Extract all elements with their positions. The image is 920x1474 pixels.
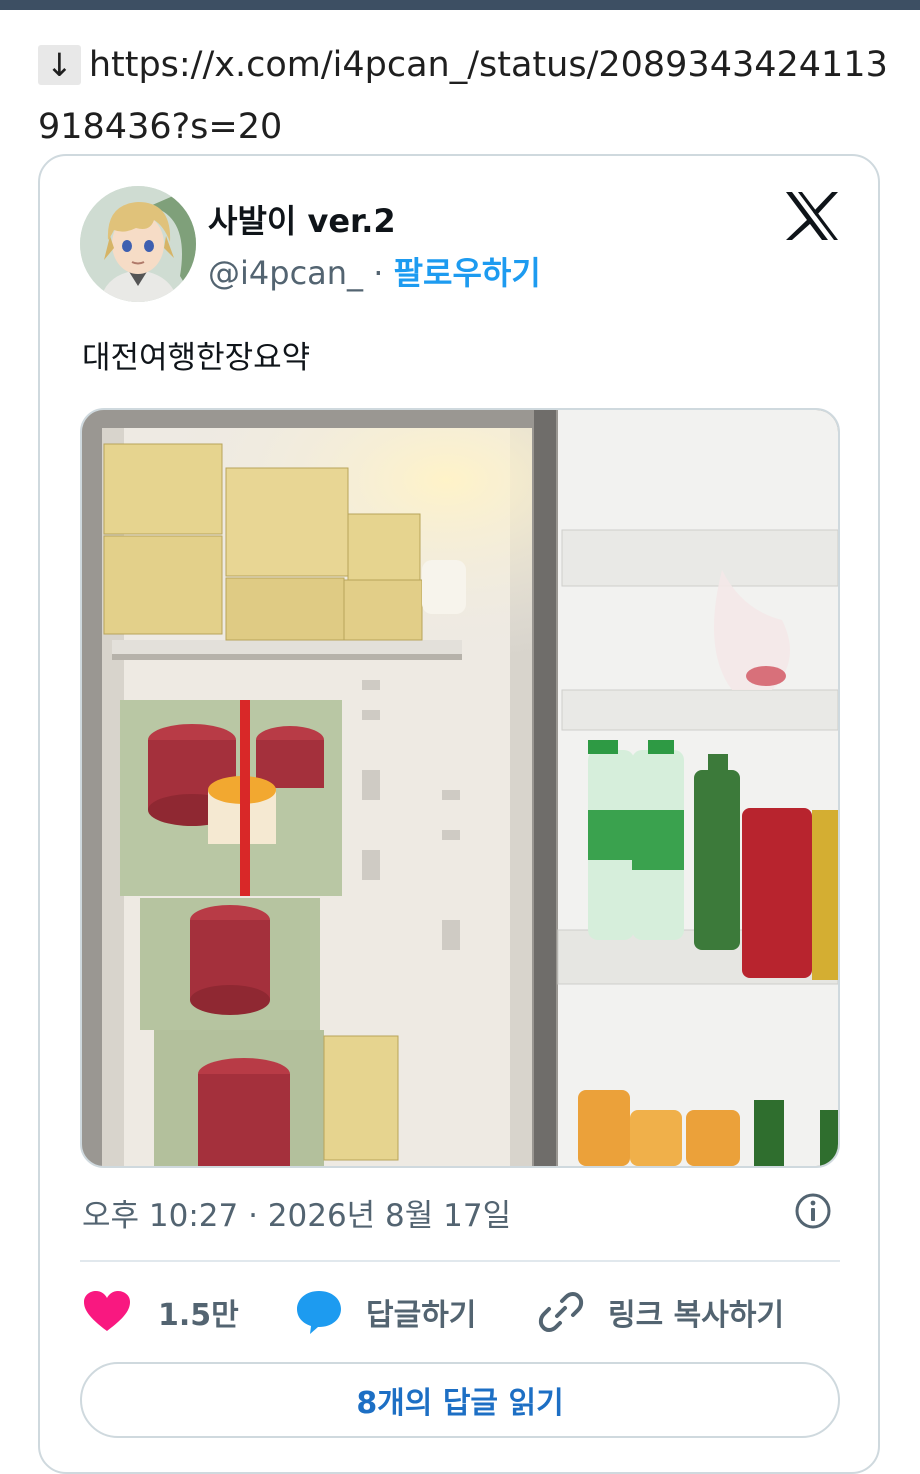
tweet-photo[interactable] (80, 408, 840, 1168)
info-icon[interactable] (794, 1192, 832, 1230)
copy-link-label: 링크 복사하기 (608, 1298, 785, 1333)
x-logo-icon[interactable] (784, 190, 840, 242)
separator-dot: · (373, 254, 384, 292)
divider (80, 1260, 840, 1262)
tweet-text: 대전여행한장요약 (82, 340, 311, 376)
author-handle[interactable]: @i4pcan_ (208, 254, 363, 292)
avatar[interactable] (80, 186, 196, 302)
heart-icon (84, 1291, 130, 1331)
handle-row: @i4pcan_ · 팔로우하기 (208, 248, 541, 294)
like-button[interactable]: 1.5만 (84, 1282, 239, 1342)
follow-button[interactable]: 팔로우하기 (394, 254, 541, 292)
link-url[interactable]: https://x.com/i4pcan_/status/20893434241… (38, 45, 888, 147)
tweet-timestamp[interactable]: 오후 10:27 · 2026년 8월 17일 (82, 1190, 511, 1235)
copy-link-button[interactable]: 링크 복사하기 (538, 1282, 784, 1342)
header-bar (0, 0, 920, 10)
tweet-embed-card[interactable]: 사발이 ver.2 @i4pcan_ · 팔로우하기 대전여행한장요약 오후 1… (38, 154, 880, 1474)
action-bar: 1.5만 답글하기 링크 복사하기 (80, 1282, 840, 1342)
link-icon (538, 1292, 584, 1332)
read-replies-button[interactable]: 8개의 답글 읽기 (80, 1362, 840, 1438)
speech-bubble-icon (297, 1291, 341, 1334)
fridge-photo-illustration (82, 410, 838, 1166)
download-arrow-icon: ↓ (38, 45, 81, 85)
reply-label: 답글하기 (366, 1298, 477, 1333)
shared-link[interactable]: ↓ https://x.com/i4pcan_/status/2089343424… (38, 34, 888, 158)
reply-button[interactable]: 답글하기 (296, 1282, 476, 1342)
like-count: 1.5만 (158, 1298, 239, 1333)
author-name[interactable]: 사발이 ver.2 (208, 196, 396, 242)
